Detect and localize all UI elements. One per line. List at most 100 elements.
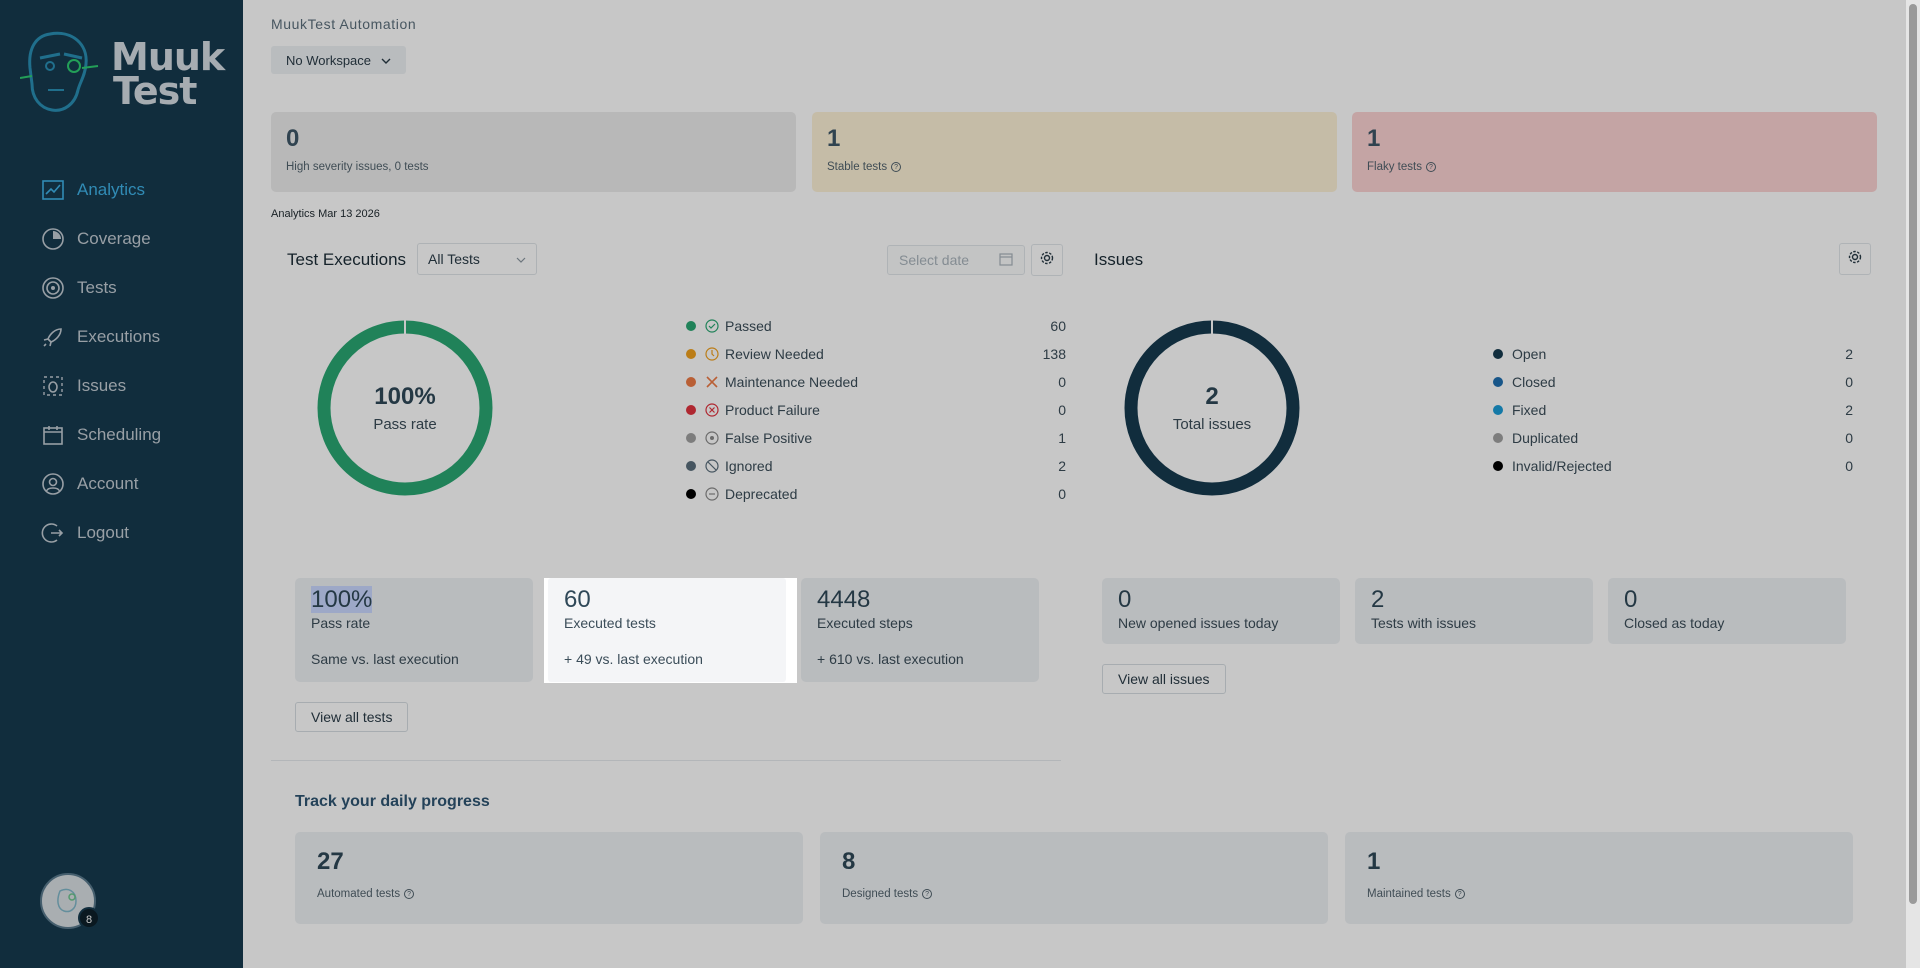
view-all-tests-button[interactable]: View all tests xyxy=(295,702,409,732)
legend-dot xyxy=(686,461,696,471)
high-severity-card: 0 High severity issues, 0 tests xyxy=(271,112,796,192)
help-icon[interactable]: ? xyxy=(922,889,933,899)
legend-open[interactable]: Open 2 xyxy=(1493,340,1853,368)
stable-tests-card: 1 Stable tests? xyxy=(812,112,1337,192)
sidebar-item-issues[interactable]: Issues xyxy=(0,361,243,410)
view-all-issues-button[interactable]: View all issues xyxy=(1102,664,1226,694)
donut-label: Total issues xyxy=(1172,416,1252,433)
legend-value: 0 xyxy=(1058,374,1066,390)
legend-dot xyxy=(686,405,696,415)
executions-legend: Passed 60 Review Needed 138 Maintenance … xyxy=(686,312,1066,508)
tests-filter-select[interactable]: All Tests xyxy=(417,243,537,275)
stat-title: Tests with issues xyxy=(1371,615,1477,631)
calendar-icon xyxy=(40,422,66,448)
sidebar-item-scheduling[interactable]: Scheduling xyxy=(0,410,243,459)
scrollbar-thumb[interactable] xyxy=(1909,4,1917,904)
card-value: 27 xyxy=(317,848,344,875)
card-value: 8 xyxy=(842,848,856,875)
bug-icon xyxy=(40,373,66,399)
designed-tests-card: 8 Designed tests? xyxy=(820,832,1328,924)
workspace-label: No Workspace xyxy=(286,52,372,68)
legend-dot xyxy=(686,489,696,499)
legend-closed[interactable]: Closed 0 xyxy=(1493,368,1853,396)
legend-label: False Positive xyxy=(725,430,813,446)
sidebar-item-logout[interactable]: Logout xyxy=(0,508,243,557)
stat-value: 100% xyxy=(311,586,373,613)
legend-value: 60 xyxy=(1050,318,1066,334)
chart-line-icon xyxy=(40,177,66,203)
legend-dot xyxy=(686,377,696,387)
chevron-down-icon xyxy=(516,251,526,267)
brand-wordmark: Muuk Test xyxy=(111,38,225,110)
pie-icon xyxy=(40,226,66,252)
legend-ignored[interactable]: Ignored 2 xyxy=(686,452,1066,480)
analytics-date: Analytics Mar 13 2026 xyxy=(271,208,380,220)
legend-label: Maintenance Needed xyxy=(725,374,859,390)
sidebar-item-analytics[interactable]: Analytics xyxy=(0,165,243,214)
app-title: MuukTest Automation xyxy=(271,16,417,32)
legend-duplicated[interactable]: Duplicated 0 xyxy=(1493,424,1853,452)
chevron-down-icon xyxy=(381,53,391,68)
legend-label: Open xyxy=(1512,346,1547,362)
stat-title: Executed tests xyxy=(564,615,656,631)
donut-value: 100% xyxy=(374,383,436,410)
executions-settings-button[interactable] xyxy=(1031,244,1063,276)
legend-label: Review Needed xyxy=(725,346,824,362)
sidebar-nav: Analytics Coverage Tests Executions Issu… xyxy=(0,165,243,557)
legend-product-failure[interactable]: Product Failure 0 xyxy=(686,396,1066,424)
legend-dot xyxy=(1493,377,1503,387)
sidebar-item-label: Scheduling xyxy=(77,424,162,444)
sidebar-item-executions[interactable]: Executions xyxy=(0,312,243,361)
card-caption: High severity issues, 0 tests xyxy=(286,161,429,173)
legend-value: 0 xyxy=(1058,402,1066,418)
sidebar-item-label: Executions xyxy=(77,326,161,346)
legend-value: 0 xyxy=(1845,458,1853,474)
clock-icon xyxy=(705,347,719,361)
check-circle-icon xyxy=(705,319,719,333)
help-icon[interactable]: ? xyxy=(1454,889,1465,899)
legend-dot xyxy=(686,349,696,359)
workspace-dropdown[interactable]: No Workspace xyxy=(271,46,407,74)
pass-rate-stat: 100% Pass rate Same vs. last execution xyxy=(295,578,533,682)
help-icon[interactable]: ? xyxy=(891,162,902,172)
legend-value: 1 xyxy=(1058,430,1066,446)
tests-with-issues-stat: 2 Tests with issues xyxy=(1355,578,1593,644)
legend-maintenance-needed[interactable]: Maintenance Needed 0 xyxy=(686,368,1066,396)
tools-icon xyxy=(705,375,719,389)
sidebar-item-account[interactable]: Account xyxy=(0,459,243,508)
legend-label: Ignored xyxy=(725,458,773,474)
main-content: MuukTest Automation No Workspace 0 High … xyxy=(243,0,1920,968)
donut-label: Pass rate xyxy=(373,416,437,433)
sidebar-item-coverage[interactable]: Coverage xyxy=(0,214,243,263)
sidebar-item-tests[interactable]: Tests xyxy=(0,263,243,312)
legend-false-positive[interactable]: False Positive 1 xyxy=(686,424,1066,452)
issues-title: Issues xyxy=(1094,250,1144,269)
logout-icon xyxy=(40,520,66,546)
donut-center: 100% Pass rate xyxy=(317,383,493,433)
legend-invalid-rejected[interactable]: Invalid/Rejected 0 xyxy=(1493,452,1853,480)
false-positive-icon xyxy=(705,431,719,445)
legend-fixed[interactable]: Fixed 2 xyxy=(1493,396,1853,424)
legend-value: 2 xyxy=(1058,458,1066,474)
legend-deprecated[interactable]: Deprecated 0 xyxy=(686,480,1066,508)
legend-review-needed[interactable]: Review Needed 138 xyxy=(686,340,1066,368)
calendar-icon xyxy=(999,252,1013,269)
sidebar-item-label: Issues xyxy=(77,375,127,395)
card-caption: Flaky tests xyxy=(1367,161,1422,173)
date-picker-input[interactable]: Select date xyxy=(887,245,1025,275)
legend-value: 0 xyxy=(1845,374,1853,390)
gear-icon xyxy=(1847,249,1863,270)
legend-passed[interactable]: Passed 60 xyxy=(686,312,1066,340)
stat-value: 4448 xyxy=(817,586,871,613)
help-icon[interactable]: ? xyxy=(404,889,415,899)
help-icon[interactable]: ? xyxy=(1425,162,1436,172)
page-scrollbar[interactable] xyxy=(1906,0,1920,968)
issues-settings-button[interactable] xyxy=(1839,243,1871,275)
donut-value: 2 xyxy=(1205,383,1219,410)
sidebar-item-label: Analytics xyxy=(77,179,146,199)
legend-label: Closed xyxy=(1512,374,1556,390)
notification-badge: 8 xyxy=(78,907,100,929)
legend-dot xyxy=(686,321,696,331)
card-caption: Stable tests xyxy=(827,161,888,173)
automated-tests-card: 27 Automated tests? xyxy=(295,832,803,924)
